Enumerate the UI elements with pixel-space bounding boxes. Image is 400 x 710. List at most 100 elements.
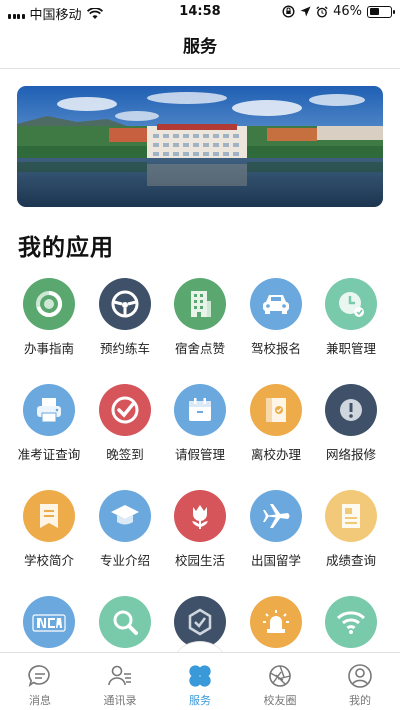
app-icon-bg	[250, 278, 302, 330]
app-label: 兼职管理	[325, 341, 376, 356]
magnifier-icon	[113, 610, 138, 635]
clover-icon	[187, 663, 213, 689]
app-dorm-like[interactable]: 宿舍点赞	[160, 278, 240, 357]
app-admission-ticket[interactable]: 准考证查询	[9, 384, 89, 463]
app-leave-management[interactable]: 请假管理	[160, 384, 240, 463]
app-guide[interactable]: 办事指南	[9, 278, 89, 357]
user-icon	[347, 663, 373, 689]
app-search[interactable]	[85, 596, 165, 652]
app-label: 网络报修	[325, 447, 376, 462]
battery-fill	[369, 8, 379, 15]
report-icon	[342, 504, 360, 528]
tab-label: 消息	[29, 694, 51, 707]
page-title: 服务	[183, 37, 217, 57]
building-icon	[191, 291, 211, 317]
battery-percent: 46%	[333, 4, 362, 19]
school-logo-icon	[32, 614, 66, 632]
progress-ring-icon	[36, 290, 63, 317]
status-bar: 中国移动 14:58 46%	[0, 0, 400, 24]
aperture-icon	[267, 663, 293, 689]
status-right: 46%	[282, 4, 395, 19]
app-label: 成绩查询	[325, 553, 376, 568]
app-icon-bg	[23, 384, 75, 436]
app-wifi[interactable]	[311, 596, 391, 652]
siren-icon	[263, 610, 289, 633]
app-label: 准考证查询	[17, 447, 81, 462]
app-campus-life[interactable]: 校园生活	[160, 490, 240, 569]
app-label: 宿舍点赞	[174, 341, 225, 356]
app-icon-bg	[174, 490, 226, 542]
app-study-abroad[interactable]: 出国留学	[236, 490, 316, 569]
app-school-intro[interactable]: 学校简介	[9, 490, 89, 569]
app-label: 请假管理	[174, 447, 225, 462]
tab-label: 我的	[349, 694, 371, 707]
tab-alumni[interactable]: 校友圈	[240, 653, 320, 710]
alarm-icon	[316, 5, 328, 17]
section-title: 我的应用	[18, 235, 114, 261]
printer-icon	[37, 398, 61, 423]
campus-photo	[17, 86, 383, 207]
airplane-icon	[263, 504, 290, 528]
battery-icon	[367, 5, 395, 18]
calendar-icon	[189, 398, 211, 421]
app-grid: 办事指南 预约练车 宿舍点赞 驾校报名 兼职管理 准考证查询 晚签到 请假管理 …	[0, 278, 400, 652]
app-label: 驾校报名	[250, 341, 301, 356]
app-label: 预约练车	[99, 341, 150, 356]
app-icon-bg	[23, 490, 75, 542]
app-icon-bg	[99, 278, 151, 330]
app-label: 学校简介	[23, 553, 74, 568]
app-label: 校园生活	[174, 553, 225, 568]
app-label: 离校办理	[250, 447, 301, 462]
app-icon-bg	[99, 384, 151, 436]
app-icon-bg	[23, 278, 75, 330]
location-icon	[300, 6, 311, 17]
app-driving-school[interactable]: 驾校报名	[236, 278, 316, 357]
app-major-intro[interactable]: 专业介绍	[85, 490, 165, 569]
app-alarm[interactable]	[236, 596, 316, 652]
checkmark-icon	[111, 396, 139, 424]
graduation-cap-icon	[111, 505, 139, 525]
app-label: 专业介绍	[99, 553, 150, 568]
car-icon	[263, 295, 289, 314]
app-icon-bg	[325, 278, 377, 330]
hexagon-check-icon	[188, 608, 212, 636]
app-label: 办事指南	[23, 341, 74, 356]
app-icon-bg	[23, 596, 75, 648]
app-leave-school[interactable]: 离校办理	[236, 384, 316, 463]
clock-icon	[339, 292, 364, 317]
contacts-icon	[107, 663, 133, 689]
tab-services[interactable]: 服务	[160, 653, 240, 710]
app-icon-bg	[325, 384, 377, 436]
steering-wheel-icon	[111, 290, 139, 318]
app-icon-bg	[325, 596, 377, 648]
app-icon-bg	[325, 490, 377, 542]
tab-contacts[interactable]: 通讯录	[80, 653, 160, 710]
alert-globe-icon	[340, 399, 362, 421]
tulip-icon	[192, 505, 208, 529]
tab-label: 通讯录	[103, 694, 137, 707]
lock-rotation-icon	[282, 5, 295, 18]
app-label: 晚签到	[106, 447, 144, 462]
app-driving-booking[interactable]: 预约练车	[85, 278, 165, 357]
app-icon-bg	[174, 278, 226, 330]
book-check-icon	[266, 398, 286, 422]
app-icon-bg	[99, 490, 151, 542]
app-icon-bg	[174, 384, 226, 436]
campus-banner[interactable]	[17, 86, 383, 207]
app-evening-checkin[interactable]: 晚签到	[85, 384, 165, 463]
tab-messages[interactable]: 消息	[0, 653, 80, 710]
chat-bubble-icon	[27, 663, 53, 689]
tab-label: 校友圈	[263, 694, 297, 707]
app-grade-query[interactable]: 成绩查询	[311, 490, 391, 569]
app-label: 出国留学	[250, 553, 301, 568]
tab-profile[interactable]: 我的	[320, 653, 400, 710]
app-school-logo[interactable]	[9, 596, 89, 652]
header-divider	[0, 68, 400, 69]
app-icon-bg	[250, 490, 302, 542]
app-icon-bg	[250, 384, 302, 436]
document-icon	[40, 504, 58, 528]
app-network-repair[interactable]: 网络报修	[311, 384, 391, 463]
tab-bar: 消息 通讯录 服务 校友圈 我的	[0, 652, 400, 710]
wifi-icon	[336, 611, 366, 634]
app-part-time[interactable]: 兼职管理	[311, 278, 391, 357]
